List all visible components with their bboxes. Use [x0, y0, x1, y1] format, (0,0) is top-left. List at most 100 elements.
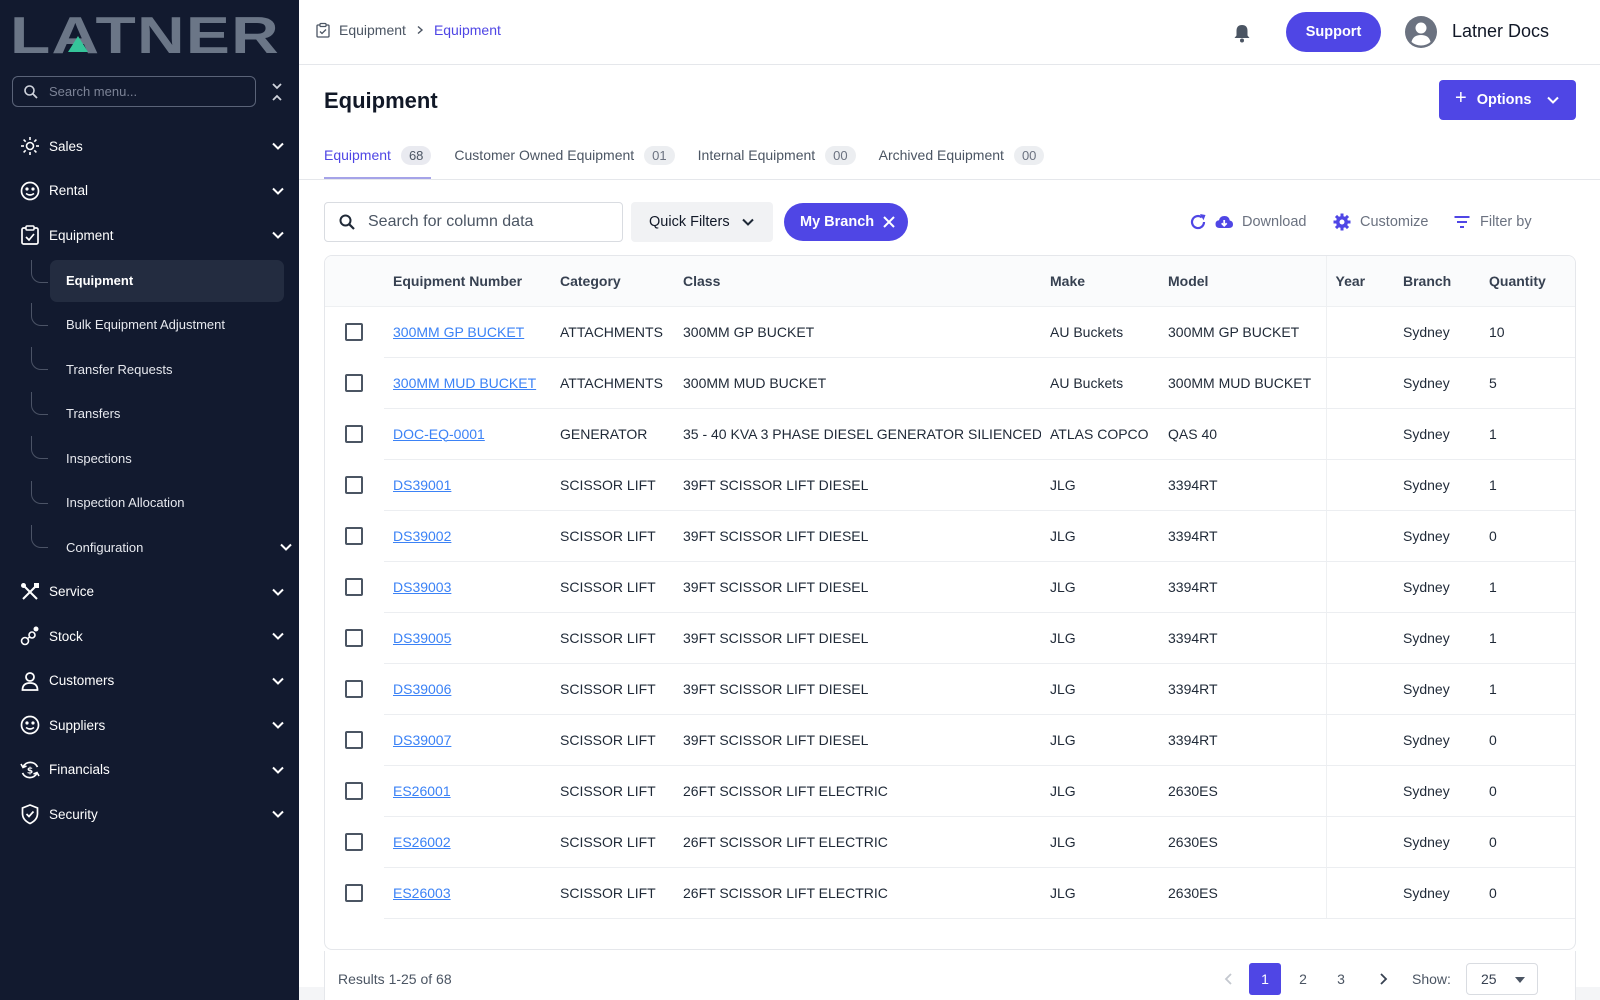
sidebar-item-rental[interactable]: Rental [0, 169, 299, 214]
chevron-down-icon [271, 184, 285, 198]
sidebar-item-service[interactable]: Service [0, 570, 299, 615]
filter-by-button[interactable]: Filter by [1452, 212, 1532, 232]
quick-filters-dropdown[interactable]: Quick Filters [631, 202, 773, 242]
table-row[interactable]: DS39005 SCISSOR LIFT 39FT SCISSOR LIFT DIE… [325, 612, 1575, 664]
tab-customer-owned-equipment[interactable]: Customer Owned Equipment 01 [454, 133, 675, 177]
download-button[interactable]: Download [1214, 212, 1307, 232]
table-row[interactable]: DS39002 SCISSOR LIFT 39FT SCISSOR LIFT DIE… [325, 510, 1575, 562]
model-cell: 2630ES [1159, 867, 1326, 919]
avatar[interactable] [1405, 16, 1437, 48]
row-checkbox[interactable] [345, 883, 363, 902]
row-checkbox[interactable] [345, 628, 363, 647]
close-icon[interactable] [882, 215, 896, 229]
sidebar-item-suppliers[interactable]: Suppliers [0, 703, 299, 748]
column-header-year[interactable]: Year [1325, 256, 1394, 307]
notifications-bell-icon[interactable] [1231, 22, 1253, 44]
table-row[interactable]: ES26003 SCISSOR LIFT 26FT SCISSOR LIFT ELE… [325, 867, 1575, 919]
page-button-1[interactable]: 1 [1249, 963, 1281, 995]
table-row[interactable]: 300MM MUD BUCKET ATTACHMENTS 300MM MUD BUC… [325, 357, 1575, 409]
equipment-number-link[interactable]: DS39003 [393, 579, 451, 595]
row-checkbox[interactable] [345, 373, 363, 392]
options-button[interactable]: + Options [1439, 80, 1576, 120]
row-checkbox[interactable] [345, 424, 363, 443]
menu-search[interactable] [12, 76, 256, 107]
tab-internal-equipment[interactable]: Internal Equipment 00 [698, 133, 856, 177]
column-header-model[interactable]: Model [1159, 256, 1326, 307]
subitem-transfers[interactable]: Transfers [31, 391, 299, 437]
table-row[interactable]: DOC-EQ-0001 GENERATOR 35 - 40 KVA 3 PHASE … [325, 408, 1575, 460]
user-name[interactable]: Latner Docs [1452, 21, 1549, 42]
row-checkbox[interactable] [345, 679, 363, 698]
column-header-class[interactable]: Class [674, 256, 1041, 307]
equipment-number-link[interactable]: ES26001 [393, 783, 451, 799]
column-search-input[interactable] [368, 213, 618, 231]
table-row[interactable]: ES26001 SCISSOR LIFT 26FT SCISSOR LIFT ELE… [325, 765, 1575, 817]
refresh-icon[interactable] [1188, 212, 1208, 232]
sidebar-item-label: Service [49, 584, 95, 600]
subitem-inspection-allocation[interactable]: Inspection Allocation [31, 480, 299, 526]
support-button[interactable]: Support [1286, 12, 1381, 52]
subitem-bulk-equipment-adjustment[interactable]: Bulk Equipment Adjustment [31, 302, 299, 348]
equipment-number-link[interactable]: DOC-EQ-0001 [393, 426, 485, 442]
column-header-make[interactable]: Make [1041, 256, 1159, 307]
column-header-quantity[interactable]: Quantity [1480, 256, 1575, 307]
subitem-inspections[interactable]: Inspections [31, 436, 299, 481]
equipment-number-link[interactable]: DS39001 [393, 477, 451, 493]
sidebar-item-security[interactable]: Security [0, 792, 299, 837]
row-checkbox[interactable] [345, 322, 363, 341]
tab-archived-equipment[interactable]: Archived Equipment 00 [879, 133, 1045, 177]
svg-text:$: $ [27, 766, 33, 776]
breadcrumb-item-equipment[interactable]: Equipment [339, 22, 406, 38]
subitem-transfer-requests[interactable]: Transfer Requests [31, 347, 299, 392]
latner-logo[interactable]: LATNER [10, 7, 282, 65]
next-page-chevron-right-icon[interactable] [1374, 970, 1392, 988]
table-row[interactable]: DS39006 SCISSOR LIFT 39FT SCISSOR LIFT DIE… [325, 663, 1575, 715]
my-branch-filter-chip[interactable]: My Branch [784, 203, 908, 241]
row-checkbox[interactable] [345, 781, 363, 800]
equipment-number-link[interactable]: DS39002 [393, 528, 451, 544]
collapse-menu-button[interactable] [269, 80, 285, 104]
row-checkbox[interactable] [345, 577, 363, 596]
row-checkbox[interactable] [345, 475, 363, 494]
chevron-right-icon [415, 25, 425, 35]
equipment-number-link[interactable]: 300MM GP BUCKET [393, 324, 524, 340]
column-header-category[interactable]: Category [551, 256, 674, 307]
sidebar-item-financials[interactable]: $ Financials [0, 748, 299, 793]
equipment-number-cell: ES26003 [384, 867, 551, 919]
row-checkbox[interactable] [345, 730, 363, 749]
table-row[interactable]: 300MM GP BUCKET ATTACHMENTS 300MM GP BUCKE… [325, 306, 1575, 358]
class-cell: 39FT SCISSOR LIFT DIESEL [674, 510, 1041, 562]
equipment-number-link[interactable]: DS39006 [393, 681, 451, 697]
subitem-equipment[interactable]: Equipment [31, 259, 284, 302]
chevron-down-icon [279, 540, 293, 554]
customize-button[interactable]: Customize [1332, 212, 1429, 232]
page-size-select[interactable]: 25 [1466, 963, 1538, 995]
table-row[interactable]: DS39001 SCISSOR LIFT 39FT SCISSOR LIFT DIE… [325, 459, 1575, 511]
tab-equipment[interactable]: Equipment 68 [324, 133, 432, 179]
prev-page-chevron-left-icon[interactable] [1220, 970, 1238, 988]
menu-search-input[interactable] [49, 84, 239, 99]
sidebar-item-customers[interactable]: Customers [0, 659, 299, 704]
equipment-number-link[interactable]: DS39005 [393, 630, 451, 646]
column-search[interactable] [324, 202, 623, 242]
column-header-equipment-number[interactable]: Equipment Number [384, 256, 551, 307]
page-button-3[interactable]: 3 [1325, 963, 1357, 995]
column-header-branch[interactable]: Branch [1394, 256, 1480, 307]
equipment-number-cell: ES26001 [384, 765, 551, 817]
sidebar-item-stock[interactable]: Stock [0, 614, 299, 659]
row-checkbox[interactable] [345, 526, 363, 545]
table-row[interactable]: DS39007 SCISSOR LIFT 39FT SCISSOR LIFT DIE… [325, 714, 1575, 766]
equipment-number-link[interactable]: DS39007 [393, 732, 451, 748]
equipment-number-link[interactable]: ES26003 [393, 885, 451, 901]
table-row[interactable]: ES26002 SCISSOR LIFT 26FT SCISSOR LIFT ELE… [325, 816, 1575, 868]
row-checkbox[interactable] [345, 832, 363, 851]
table-row[interactable]: DS39003 SCISSOR LIFT 39FT SCISSOR LIFT DIE… [325, 561, 1575, 613]
sidebar-item-sales[interactable]: Sales [0, 124, 299, 169]
sidebar-item-equipment[interactable]: Equipment [0, 213, 299, 258]
equipment-number-link[interactable]: 300MM MUD BUCKET [393, 375, 536, 391]
equipment-number-link[interactable]: ES26002 [393, 834, 451, 850]
branch-cell: Sydney [1394, 561, 1480, 613]
subitem-configuration[interactable]: Configuration [31, 525, 299, 570]
select-column-header [325, 256, 384, 307]
page-button-2[interactable]: 2 [1287, 963, 1319, 995]
